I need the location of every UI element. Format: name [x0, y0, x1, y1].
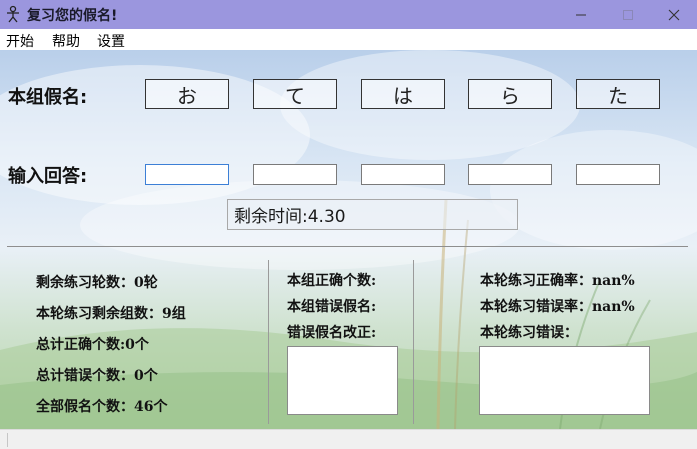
status-divider	[7, 433, 8, 447]
rounds-left-stat: 剩余练习轮数：0轮	[36, 275, 158, 291]
kana-box-4: ら	[468, 79, 552, 109]
total-kana-stat: 全部假名个数：46个	[36, 399, 168, 415]
answer-input-5[interactable]	[576, 164, 660, 185]
column-divider-1	[268, 260, 269, 424]
accuracy-stat: 本轮练习正确率：nan%	[480, 273, 635, 289]
timer-display: 剩余时间:4.30	[227, 199, 518, 230]
group-wrong-stat: 本组错误假名:	[287, 299, 377, 315]
kana-box-5: た	[576, 79, 660, 109]
error-rate-stat: 本轮练习错误率：nan%	[480, 299, 635, 315]
kana-box-2: て	[253, 79, 337, 109]
status-bar	[0, 429, 697, 449]
column-divider-2	[413, 260, 414, 424]
maximize-button[interactable]	[605, 0, 651, 29]
total-correct-stat: 总计正确个数:0个	[36, 337, 149, 353]
minimize-icon	[576, 14, 586, 15]
correction-textbox[interactable]	[287, 346, 398, 415]
answer-input-1[interactable]	[145, 164, 229, 185]
maximize-icon	[623, 9, 633, 20]
answer-input-3[interactable]	[361, 164, 445, 185]
group-correct-stat: 本组正确个数:	[287, 273, 377, 289]
kana-box-3: は	[361, 79, 445, 109]
round-errors-label: 本轮练习错误：	[480, 325, 578, 341]
window-title: 复习您的假名!	[27, 8, 118, 24]
answer-input-2[interactable]	[253, 164, 337, 185]
title-bar[interactable]: 复习您的假名!	[0, 0, 697, 29]
menu-help[interactable]: 帮助	[52, 31, 80, 51]
menu-bar: 开始 帮助 设置	[0, 29, 697, 50]
close-icon	[668, 9, 680, 20]
answer-input-4[interactable]	[468, 164, 552, 185]
groups-left-stat: 本轮练习剩余组数：9组	[36, 306, 186, 322]
menu-settings[interactable]: 设置	[97, 31, 125, 51]
minimize-button[interactable]	[558, 0, 604, 29]
kana-box-1: お	[145, 79, 229, 109]
main-panel: 本组假名: お て は ら た 输入回答: 剩余时间:4.30 剩余练习轮数：0…	[0, 50, 697, 429]
answer-label: 输入回答:	[8, 166, 88, 187]
menu-start[interactable]: 开始	[6, 31, 34, 51]
round-errors-textbox[interactable]	[479, 346, 650, 415]
correction-label: 错误假名改正:	[287, 325, 377, 341]
section-divider	[7, 246, 688, 247]
close-button[interactable]	[651, 0, 697, 29]
group-kana-label: 本组假名:	[8, 87, 88, 108]
app-person-icon	[7, 5, 19, 23]
total-wrong-stat: 总计错误个数：0个	[36, 368, 158, 384]
